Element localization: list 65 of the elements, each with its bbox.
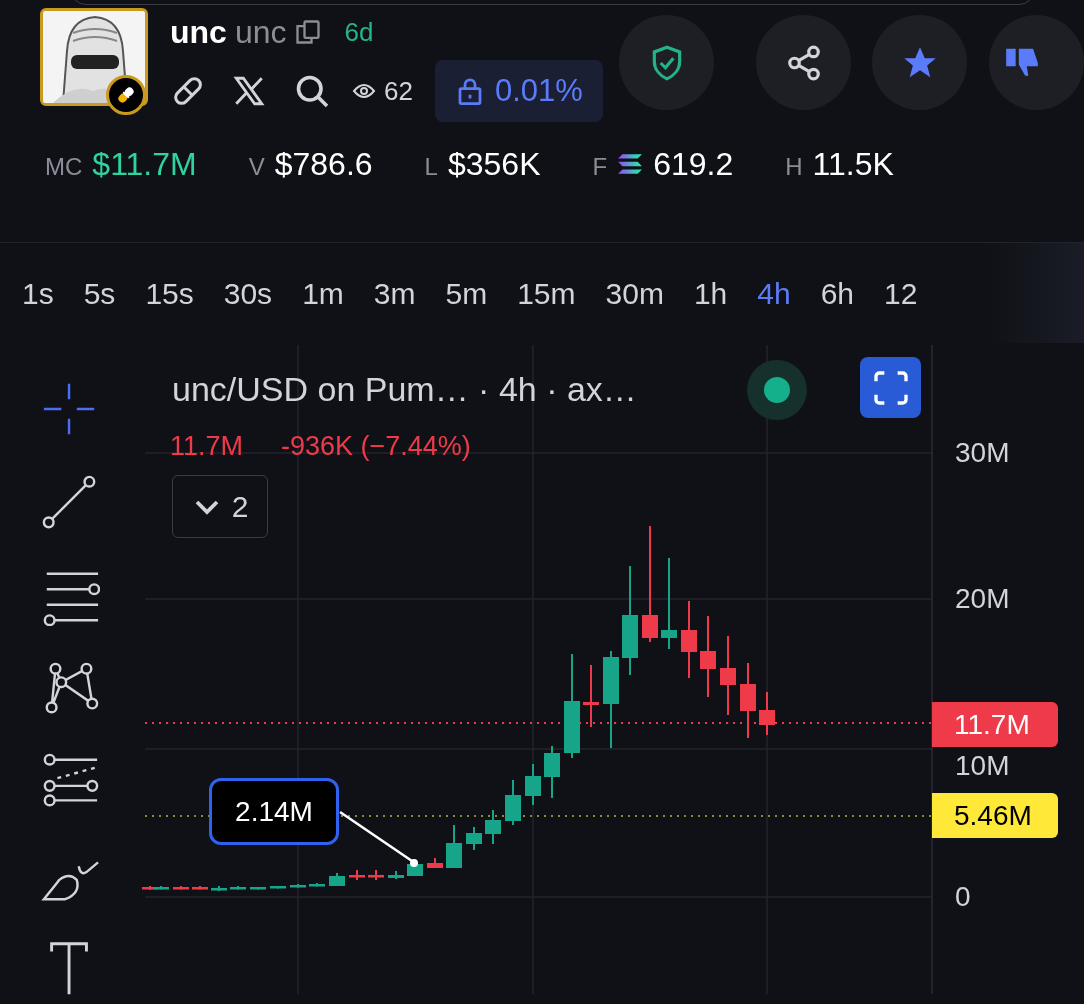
timeframe-tab[interactable]: 3m bbox=[373, 270, 416, 316]
timeframe-tab[interactable]: 1s bbox=[22, 270, 54, 316]
price-change: -936K (−7.44%) bbox=[281, 430, 471, 462]
token-name: unc bbox=[170, 13, 227, 52]
candle bbox=[329, 872, 345, 887]
lock-badge[interactable]: 0.01% bbox=[434, 60, 603, 122]
chart-title: unc/USD on Pum… · 4h · ax… bbox=[172, 369, 637, 409]
token-ticker: unc bbox=[234, 13, 287, 52]
fullscreen-button[interactable] bbox=[860, 357, 921, 418]
axis-label: 20M bbox=[955, 583, 1010, 615]
stat-value: $786.6 bbox=[274, 145, 373, 184]
stat-label: F bbox=[592, 152, 608, 182]
candle bbox=[192, 885, 208, 891]
last-price-label: 11.7M bbox=[932, 702, 1058, 747]
candle bbox=[544, 745, 560, 799]
timeframe-tab[interactable]: 5m bbox=[445, 270, 488, 316]
candle bbox=[583, 664, 599, 728]
timeframe-tab[interactable]: 1m bbox=[302, 270, 344, 316]
candle bbox=[173, 885, 189, 891]
candle bbox=[309, 882, 325, 888]
candle bbox=[270, 885, 286, 890]
solana-icon bbox=[617, 153, 644, 175]
timeframe-tab[interactable]: 1h bbox=[693, 270, 728, 316]
current-price: 11.7M bbox=[170, 430, 244, 462]
candle bbox=[349, 869, 365, 881]
timeframe-tab[interactable]: 30s bbox=[223, 270, 273, 316]
timeframe-tab[interactable]: 30m bbox=[605, 270, 664, 316]
stat-value: 619.2 bbox=[653, 145, 734, 184]
candle bbox=[525, 763, 541, 806]
axis-label: 30M bbox=[955, 437, 1010, 469]
axis-label: 0 bbox=[955, 881, 971, 913]
copy-icon[interactable] bbox=[294, 18, 323, 46]
search-icon[interactable] bbox=[294, 73, 330, 109]
candle bbox=[505, 779, 521, 826]
candle bbox=[230, 885, 246, 891]
marker-price-label: 5.46M bbox=[932, 793, 1058, 838]
candle bbox=[250, 886, 266, 891]
timeframe-tab[interactable]: 5s bbox=[83, 270, 116, 316]
candle bbox=[446, 824, 462, 869]
token-age: 6d bbox=[344, 15, 374, 49]
candle bbox=[211, 885, 227, 892]
view-count: 62 bbox=[384, 74, 413, 108]
timeframe-tab[interactable]: 15m bbox=[517, 270, 576, 316]
timeframe-tab[interactable]: 6h bbox=[820, 270, 855, 316]
candle bbox=[388, 870, 404, 880]
stat-value: $356K bbox=[447, 145, 541, 184]
indicators-toggle[interactable]: 2 bbox=[172, 475, 268, 538]
candle bbox=[368, 869, 384, 881]
candle bbox=[427, 857, 443, 869]
stat-label: V bbox=[248, 152, 265, 182]
axis-label: 10M bbox=[955, 750, 1010, 782]
stat-value: $11.7M bbox=[92, 145, 197, 184]
stat-value: 11.5K bbox=[812, 145, 894, 184]
stat-label: L bbox=[424, 152, 438, 182]
timeframe-tab[interactable]: 15s bbox=[145, 270, 194, 316]
candle bbox=[485, 809, 501, 845]
stat-label: MC bbox=[45, 152, 83, 182]
annotation-label: 2.14M bbox=[209, 778, 339, 845]
candle bbox=[290, 883, 306, 889]
candle bbox=[759, 691, 775, 736]
x-logo-icon[interactable] bbox=[232, 74, 266, 108]
timeframe-tab[interactable]: 4h bbox=[757, 270, 791, 316]
timeframe-tab[interactable]: 12 bbox=[884, 270, 918, 316]
candle bbox=[466, 826, 482, 851]
stat-label: H bbox=[785, 152, 803, 182]
